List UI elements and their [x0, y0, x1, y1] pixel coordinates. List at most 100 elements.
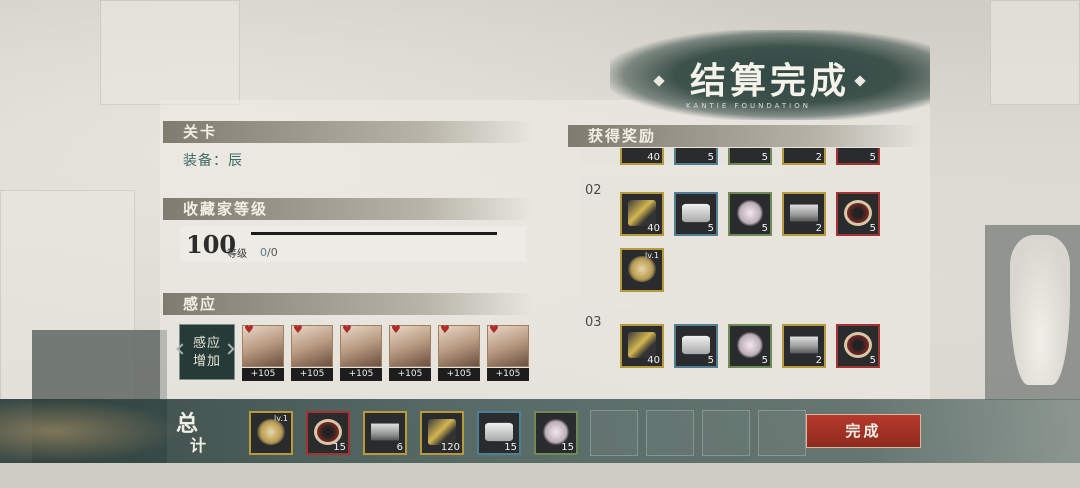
total-item[interactable]: 120 [420, 411, 464, 455]
reward-item[interactable]: 2 [782, 192, 826, 236]
hero-bonus: +105 [438, 368, 480, 381]
wheel-icon [844, 200, 872, 226]
hero-portrait[interactable]: ♥ [389, 323, 431, 367]
item-count: 15 [333, 442, 346, 453]
item-level: lv.1 [274, 414, 288, 423]
total-item[interactable]: 15 [477, 411, 521, 455]
reward-item[interactable]: 40 [620, 148, 664, 165]
total-label: 总计 [176, 411, 214, 456]
flower-icon [736, 332, 764, 358]
reward-row-partial: 40 5 5 2 5 [580, 148, 915, 166]
page-subtitle: KANTIE FOUNDATION [686, 102, 811, 110]
item-count: 5 [707, 355, 714, 366]
reward-item[interactable]: 5 [728, 192, 772, 236]
reward-item[interactable]: 2 [782, 148, 826, 165]
heart-icon: ♥ [342, 323, 352, 336]
page-title: 结算完成 [690, 60, 851, 102]
induction-header: 感应 [163, 293, 533, 315]
item-count: 15 [504, 442, 517, 453]
total-item[interactable]: lv.1 [249, 411, 293, 455]
hero-portrait[interactable]: ♥ [487, 323, 529, 367]
reward-item[interactable]: 5 [674, 192, 718, 236]
block-icon [485, 422, 513, 442]
empty-slot [758, 410, 806, 456]
collector-level-unit: 等级 [227, 249, 247, 260]
item-count: 40 [647, 355, 660, 366]
item-count: 5 [761, 152, 768, 163]
hero-bonus: +105 [389, 368, 431, 381]
item-level: lv.1 [645, 251, 659, 260]
wheel-icon [844, 332, 872, 358]
item-count: 5 [761, 223, 768, 234]
total-label-1: 总 [176, 411, 199, 437]
induction-tile-label: 感应增加 [192, 336, 221, 369]
collector-exp-text: 0/0 [260, 246, 278, 259]
bottom-edge [0, 463, 1080, 488]
anvil-icon [371, 423, 399, 441]
hero-bonus: +105 [242, 368, 284, 381]
item-count: 15 [561, 442, 574, 453]
heart-icon: ♥ [293, 323, 303, 336]
reward-item[interactable]: 40 [620, 192, 664, 236]
heart-icon: ♥ [489, 323, 499, 336]
item-count: 40 [647, 223, 660, 234]
item-count: 2 [815, 223, 822, 234]
block-icon [682, 203, 710, 223]
reward-item[interactable]: 5 [836, 192, 880, 236]
hero-portrait[interactable]: ♥ [242, 323, 284, 367]
reward-item[interactable]: lv.1 [620, 248, 664, 292]
stage-header: 关卡 [163, 121, 533, 143]
equipment-label: 装备：辰 [183, 153, 243, 169]
item-count: 6 [396, 442, 403, 453]
item-count: 2 [815, 355, 822, 366]
vase-decoration [1010, 235, 1070, 385]
hero-bonus: +105 [340, 368, 382, 381]
reward-item[interactable]: 5 [728, 324, 772, 368]
item-count: 5 [707, 223, 714, 234]
reward-item[interactable]: 5 [674, 148, 718, 165]
empty-slot [702, 410, 750, 456]
anvil-icon [790, 336, 818, 354]
total-item[interactable]: 15 [306, 411, 350, 455]
total-item[interactable]: 15 [534, 411, 578, 455]
reward-item[interactable]: 5 [674, 324, 718, 368]
rewards-header: 获得奖励 [568, 125, 923, 147]
collector-exp-bar [251, 232, 497, 235]
exp-current: 0 [260, 246, 267, 259]
hero-bonus: +105 [487, 368, 529, 381]
anvil-icon [790, 204, 818, 222]
hero-portrait[interactable]: ♥ [438, 323, 480, 367]
reward-item[interactable]: 40 [620, 324, 664, 368]
total-item[interactable]: 6 [363, 411, 407, 455]
flower-icon [736, 200, 764, 226]
reward-item[interactable]: 2 [782, 324, 826, 368]
hero-portrait[interactable]: ♥ [291, 323, 333, 367]
done-button[interactable]: 完成 [806, 414, 921, 448]
reward-row-number: 02 [585, 183, 602, 198]
hero-bonus: +105 [291, 368, 333, 381]
item-count: 5 [869, 223, 876, 234]
bg-card [990, 0, 1080, 105]
item-count: 5 [707, 152, 714, 163]
empty-slot [590, 410, 638, 456]
reward-item[interactable]: 5 [836, 324, 880, 368]
exp-max: /0 [267, 246, 278, 259]
heart-icon: ♥ [244, 323, 254, 336]
collector-level-header: 收藏家等级 [163, 198, 533, 220]
block-icon [682, 335, 710, 355]
item-count: 5 [761, 355, 768, 366]
hero-portrait[interactable]: ♥ [340, 323, 382, 367]
bg-card [100, 0, 240, 105]
heart-icon: ♥ [391, 323, 401, 336]
total-label-2: 计 [190, 436, 207, 455]
reward-item[interactable]: 5 [728, 148, 772, 165]
reward-row-number: 03 [585, 315, 602, 330]
item-count: 5 [869, 355, 876, 366]
reward-item[interactable]: 5 [836, 148, 880, 165]
empty-slot [646, 410, 694, 456]
item-count: 40 [647, 152, 660, 163]
item-count: 2 [815, 152, 822, 163]
heart-icon: ♥ [440, 323, 450, 336]
item-count: 5 [869, 152, 876, 163]
item-count: 120 [440, 442, 460, 453]
